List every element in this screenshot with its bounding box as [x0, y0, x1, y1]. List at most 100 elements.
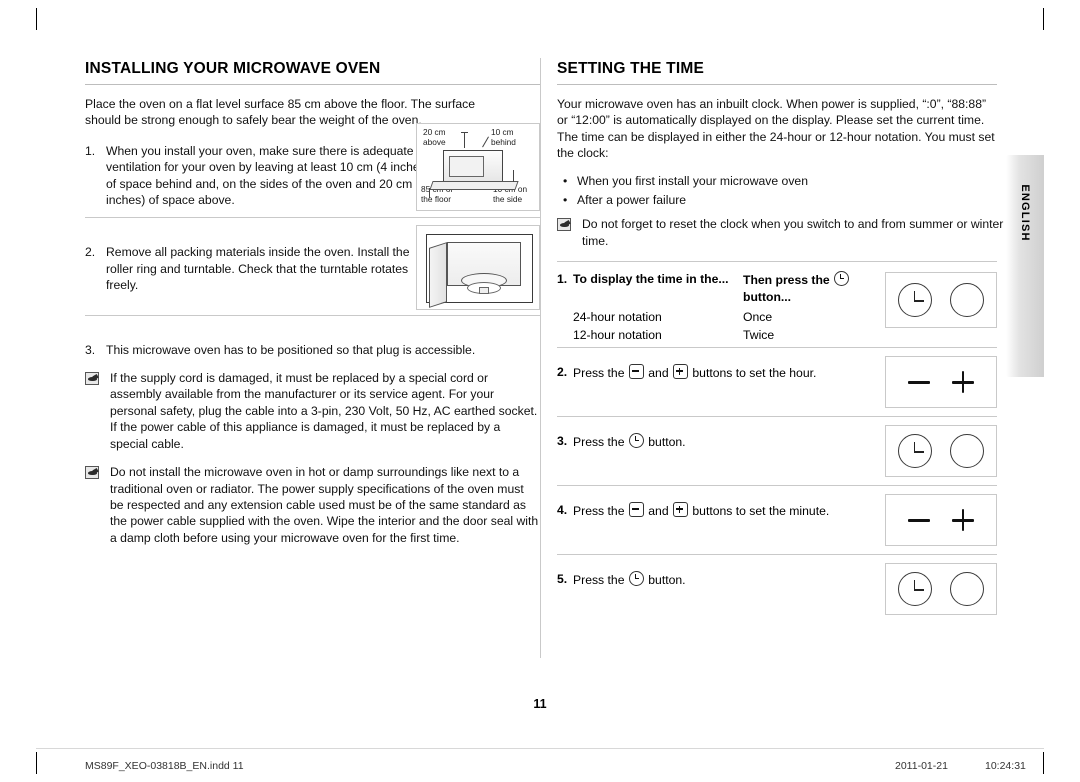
clock-step-2-number: 2.: [557, 365, 568, 380]
figure1-arrow-cap: [461, 132, 468, 134]
clock-step-4-text-post: buttons to set the minute.: [692, 504, 830, 519]
page-number: 11: [533, 697, 547, 711]
minus-button[interactable]: [906, 507, 932, 533]
clock-step-2-text-pre: Press the: [573, 366, 625, 381]
manual-page: INSTALLING YOUR MICROWAVE OVEN Place the…: [0, 0, 1080, 782]
clock-button[interactable]: [898, 283, 932, 318]
clock-step-row-3: 3. Press the button.: [557, 416, 997, 485]
minus-button[interactable]: [906, 369, 932, 395]
footer-filename: MS89F_XEO-03818B_EN.indd 11: [85, 760, 244, 772]
clock-button[interactable]: [898, 434, 932, 469]
left-rule-1: [85, 217, 540, 218]
install-step-3-number: 3.: [85, 342, 96, 357]
figure2-door: [429, 242, 447, 308]
clock-step-5-text: Press the button.: [557, 571, 897, 588]
figure1-oven-body: [443, 150, 503, 183]
clock-step-row-2: 2. Press the and buttons to set the hour…: [557, 347, 997, 416]
clock-step-2-text-post: buttons to set the hour.: [692, 366, 817, 381]
column-divider: [540, 58, 541, 658]
figure2-oven-cavity: [426, 234, 533, 308]
plus-button-icon: [673, 364, 688, 380]
install-note-2: Do not install the microwave oven in hot…: [85, 464, 540, 546]
install-note-1: If the supply cord is damaged, it must b…: [85, 370, 540, 452]
clock-steps-table: 1. To display the time in the... Then pr…: [557, 261, 997, 626]
clock-step-2-text: Press the and buttons to set the hour.: [557, 364, 897, 381]
blank-button[interactable]: [950, 283, 984, 318]
clock-step-1-col2-header: Then press the button...: [743, 271, 893, 305]
page-title-installing: INSTALLING YOUR MICROWAVE OVEN: [85, 60, 381, 77]
install-step-2-number: 2.: [85, 245, 96, 260]
figure1-counter-surface: [429, 181, 519, 190]
left-rule-2: [85, 315, 540, 316]
minus-button-icon: [628, 364, 644, 380]
plus-button-icon: [673, 502, 688, 518]
clock-step-1-col1-header: To display the time in the...: [573, 272, 729, 287]
minus-button-icon: [628, 502, 644, 518]
clock-step-row-1: 1. To display the time in the... Then pr…: [557, 261, 997, 347]
clock-step-4-text: Press the and buttons to set the minute.: [557, 502, 897, 519]
clock-step-5-text-post: button.: [648, 573, 686, 588]
install-step-1-number: 1.: [85, 143, 96, 158]
blank-button[interactable]: [950, 572, 984, 607]
title-rule-left: [85, 84, 540, 85]
clock-notation-24h-value: Once: [743, 310, 773, 325]
clock-note: Do not forget to reset the clock when yo…: [557, 216, 1022, 249]
figure-clearance-diagram: 20 cm above 10 cm behind 85 cm of the fl…: [416, 123, 540, 211]
figure1-side-marker: [513, 170, 515, 182]
note-icon: [85, 372, 99, 386]
right-column: SETTING THE TIME Your microwave oven has…: [557, 60, 1003, 626]
figure1-label-top-right: 10 cm behind: [491, 127, 516, 147]
install-step-3: 3. This microwave oven has to be positio…: [85, 342, 536, 358]
clock-notation-24h-label: 24-hour notation: [573, 310, 662, 325]
footer-time: 10:24:31: [985, 760, 1026, 772]
control-panel-clock-3: [885, 563, 997, 616]
plus-button[interactable]: [950, 507, 976, 533]
clock-note-text: Do not forget to reset the clock when yo…: [582, 217, 1004, 248]
control-panel-minus-plus-2: [885, 494, 997, 547]
figure1-arrow-vertical: [464, 132, 466, 148]
clock-step-3-text-post: button.: [648, 435, 686, 450]
install-step-2: 2. Remove all packing materials inside t…: [85, 244, 426, 293]
language-side-tab: ENGLISH: [1006, 155, 1044, 377]
intro-paragraph-right: Your microwave oven has an inbuilt clock…: [557, 97, 995, 161]
clock-button-icon: [628, 571, 644, 587]
page-title-setting-time: SETTING THE TIME: [557, 60, 705, 77]
clock-step-1-col2-header-post: button...: [743, 289, 792, 304]
clock-button-icon: [834, 271, 850, 287]
note-icon: [85, 466, 99, 480]
install-step-2-text: Remove all packing materials inside the …: [106, 245, 410, 293]
note-icon: [557, 218, 571, 232]
figure1-floor-marker: [429, 188, 431, 198]
install-step-1-text: When you install your oven, make sure th…: [106, 143, 430, 208]
figure-oven-interior: [416, 225, 540, 310]
clock-step-3-text: Press the button.: [557, 433, 897, 450]
clock-step-1-col2-header-pre: Then press the: [743, 273, 830, 288]
footer-date: 2011-01-21: [895, 760, 948, 772]
clock-step-2-text-mid: and: [648, 366, 669, 381]
clock-step-row-5: 5. Press the button.: [557, 554, 997, 626]
figure1-arrow-diagonal: [482, 136, 490, 148]
clock-step-3-text-pre: Press the: [573, 435, 625, 450]
blank-button[interactable]: [950, 434, 984, 469]
title-rule-right: [557, 84, 997, 85]
figure2-coupler: [479, 287, 489, 294]
control-panel-minus-plus-1: [885, 356, 997, 409]
clock-bullet-2: After a power failure: [557, 192, 997, 209]
clock-step-5-text-pre: Press the: [573, 573, 625, 588]
clock-step-3-number: 3.: [557, 434, 568, 449]
clock-step-4-text-pre: Press the: [573, 504, 625, 519]
clock-notation-12h-label: 12-hour notation: [573, 328, 662, 343]
clock-step-4-number: 4.: [557, 503, 568, 518]
figure1-label-top-left: 20 cm above: [423, 127, 446, 147]
page-footer: MS89F_XEO-03818B_EN.indd 11 2011-01-21 1…: [0, 760, 1080, 782]
clock-step-row-4: 4. Press the and buttons to set the minu…: [557, 485, 997, 554]
clock-button[interactable]: [898, 572, 932, 607]
clock-step-4-text-mid: and: [648, 504, 669, 519]
footer-rule: [36, 748, 1044, 749]
clock-step-5-number: 5.: [557, 572, 568, 587]
install-note-1-text: If the supply cord is damaged, it must b…: [110, 371, 538, 451]
plus-button[interactable]: [950, 369, 976, 395]
clock-button-icon: [628, 433, 644, 449]
install-step-3-text: This microwave oven has to be positioned…: [106, 342, 476, 357]
clock-bullet-1: When you first install your microwave ov…: [557, 173, 997, 190]
